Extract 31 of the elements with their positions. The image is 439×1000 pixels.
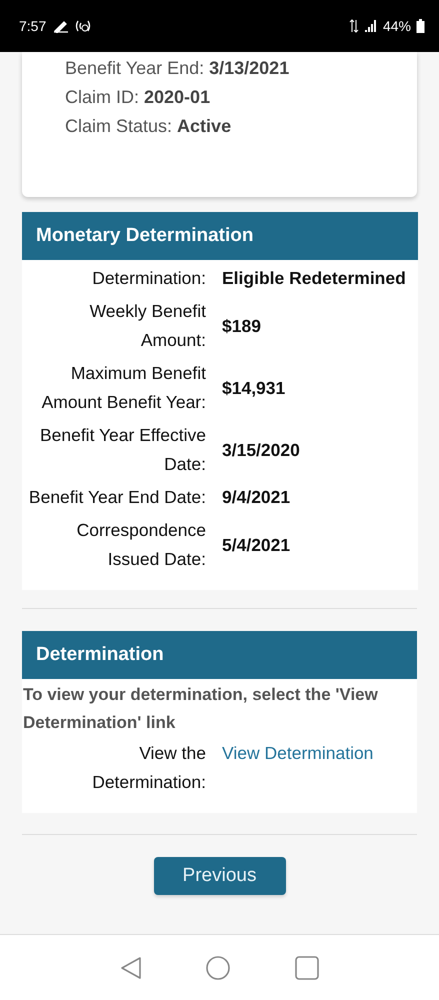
- status-time: 7:57: [19, 18, 46, 34]
- pen-icon: [53, 19, 70, 33]
- recents-icon[interactable]: [294, 956, 319, 980]
- view-determination-link[interactable]: View Determination: [222, 739, 374, 768]
- claim-detail: Claim Status: Active: [65, 115, 232, 138]
- signal-icon: [364, 19, 378, 33]
- field-value: Eligible Redetermined: [222, 268, 406, 289]
- field-value: $189: [222, 316, 261, 336]
- hotspot-icon: [74, 19, 92, 33]
- field-value: 5/4/2021: [222, 534, 290, 556]
- field-value: 3/15/2020: [222, 440, 300, 460]
- battery-icon: [416, 19, 425, 33]
- field-value: $14,931: [222, 378, 286, 398]
- field-label: View the Determination:: [91, 742, 206, 794]
- data-arrows-icon: [348, 19, 359, 33]
- back-icon[interactable]: [120, 956, 142, 980]
- claim-detail: Benefit Year End: 3/13/2021: [65, 57, 290, 80]
- battery-percent: 44%: [382, 18, 411, 34]
- field-label: Maximum Benefit Amount Benefit Year:: [40, 362, 206, 414]
- section-header: Determination: [22, 631, 417, 679]
- field-label: Correspondence Issued Date:: [76, 519, 206, 571]
- field-label: Benefit Year Effective Date:: [38, 424, 206, 476]
- claim-detail: Claim ID: 2020-01: [65, 86, 212, 109]
- section-header: Monetary Determination: [22, 212, 418, 260]
- instruction-text: To view your determination, select the 'View Determination' link: [22, 684, 379, 734]
- field-value: 9/4/2021: [222, 487, 290, 508]
- home-icon[interactable]: [206, 956, 230, 980]
- field-label: Benefit Year End Date:: [28, 486, 206, 509]
- field-label: Determination:: [91, 267, 206, 290]
- previous-button[interactable]: Previous: [154, 857, 286, 895]
- field-label: Weekly Benefit Amount:: [88, 300, 206, 352]
